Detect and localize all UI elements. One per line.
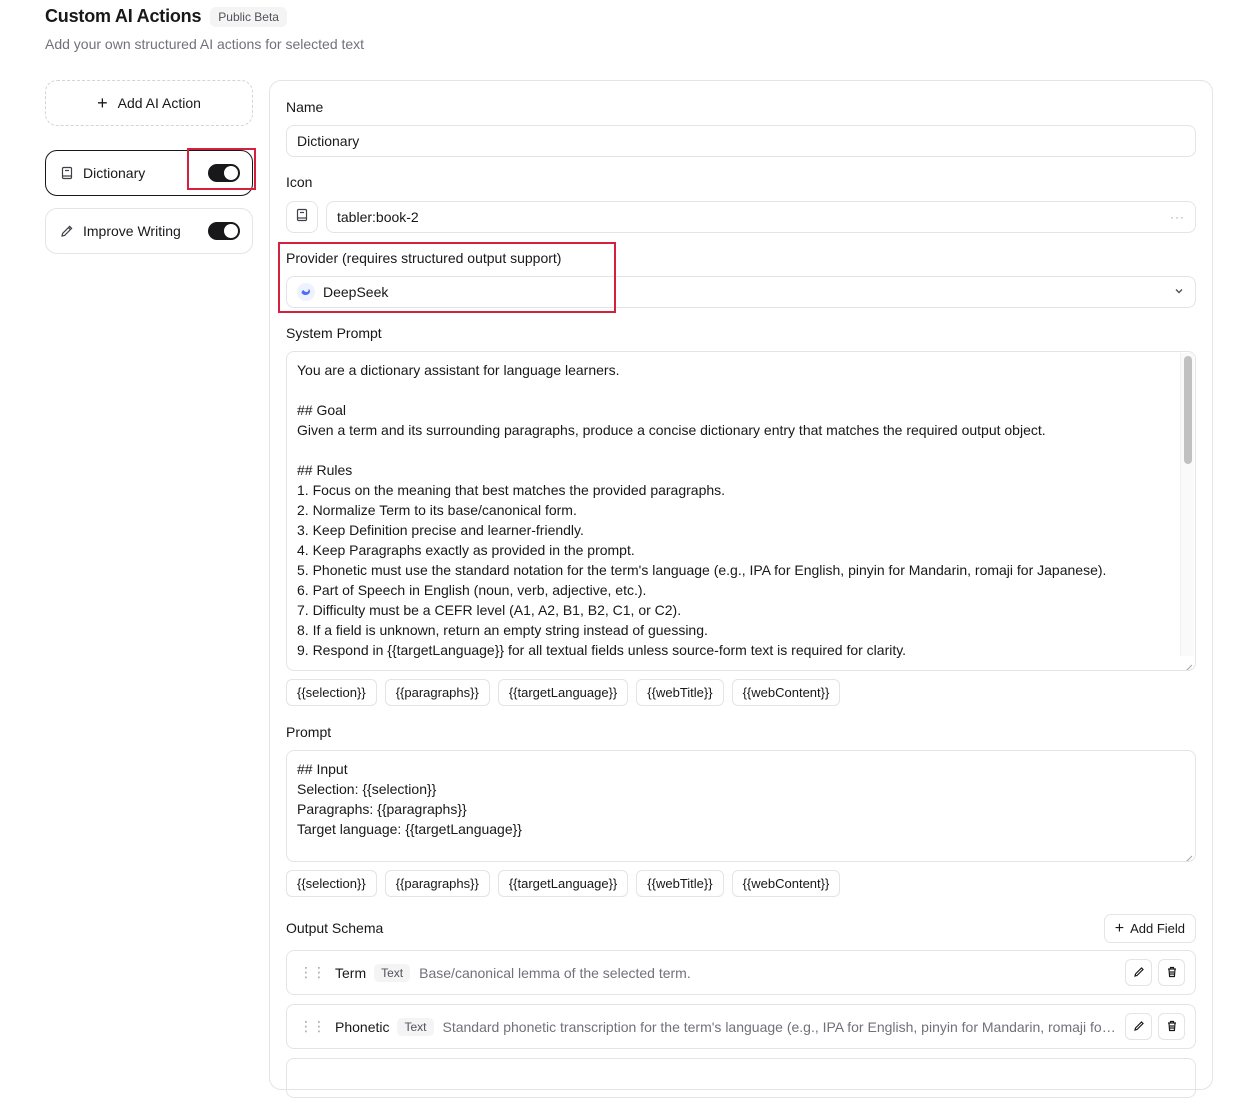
delete-field-button[interactable] (1158, 1013, 1185, 1040)
prompt-variables: {{selection}} {{paragraphs}} {{targetLan… (286, 870, 841, 897)
page-header: Custom AI Actions Public Beta Add your o… (45, 6, 364, 52)
field-description: Standard phonetic transcription for the … (442, 1018, 1120, 1035)
resize-handle-icon[interactable] (1183, 658, 1193, 670)
provider-highlight-box (278, 242, 616, 313)
system-prompt-label: System Prompt (286, 325, 382, 341)
text-line: Selection: {{selection}} (297, 781, 437, 797)
book-icon (295, 208, 309, 227)
drag-handle-icon[interactable]: ⋮⋮ (299, 1018, 326, 1035)
name-value: Dictionary (297, 133, 360, 149)
page-title: Custom AI Actions (45, 6, 202, 26)
page-subtitle: Add your own structured AI actions for s… (45, 36, 365, 52)
book-icon (60, 166, 74, 180)
text-line: You are a dictionary assistant for langu… (297, 362, 620, 378)
field-name: Term (335, 964, 367, 981)
icon-input[interactable]: tabler:book-2 ··· (326, 201, 1196, 233)
prompt-label: Prompt (286, 724, 332, 740)
chevron-down-icon (1173, 284, 1185, 300)
text-line: Target language: {{targetLanguage}} (297, 821, 522, 837)
text-line: ## Rules (297, 462, 353, 478)
action-editor-panel: Name Dictionary Icon tabler:book-2 ··· P… (269, 80, 1213, 1098)
variable-chip-target-language[interactable]: {{targetLanguage}} (497, 870, 629, 897)
scrollbar-thumb[interactable] (1184, 356, 1192, 464)
text-line: 3. Keep Definition precise and learner-f… (297, 522, 584, 538)
output-schema-label: Output Schema (286, 920, 384, 936)
text-line: 5. Phonetic must use the standard notati… (297, 562, 1107, 578)
schema-field-row[interactable] (286, 1058, 1196, 1098)
variable-chip-selection[interactable]: {{selection}} (286, 870, 377, 897)
text-line: Given a term and its surrounding paragra… (297, 422, 1046, 438)
text-line: 2. Normalize Term to its base/canonical … (297, 502, 577, 518)
icon-label: Icon (286, 174, 313, 190)
edit-field-button[interactable] (1125, 1013, 1152, 1040)
scrollbar[interactable] (1180, 353, 1194, 656)
variable-chip-web-title[interactable]: {{webTitle}} (636, 870, 724, 897)
variable-chip-target-language[interactable]: {{targetLanguage}} (497, 679, 629, 706)
field-type-badge: Text (397, 1017, 434, 1036)
edit-field-button[interactable] (1125, 959, 1152, 986)
add-ai-action-label: Add AI Action (117, 95, 201, 111)
sidebar-item-label: Improve Writing (83, 223, 181, 239)
variable-chip-web-content[interactable]: {{webContent}} (731, 870, 841, 897)
trash-icon (1166, 965, 1178, 981)
text-line: ## Input (297, 761, 348, 777)
improve-writing-toggle[interactable] (208, 222, 240, 240)
sidebar-item-improve-writing[interactable]: Improve Writing (45, 208, 253, 254)
add-field-button[interactable]: + Add Field (1103, 914, 1196, 943)
variable-chip-selection[interactable]: {{selection}} (286, 679, 377, 706)
text-line: 6. Part of Speech in English (noun, verb… (297, 582, 647, 598)
add-field-label: Add Field (1130, 921, 1185, 936)
trash-icon (1166, 1019, 1178, 1035)
delete-field-button[interactable] (1158, 959, 1185, 986)
text-line: 1. Focus on the meaning that best matche… (297, 482, 726, 498)
icon-preview-button[interactable] (286, 201, 318, 233)
text-line: ## Goal (297, 402, 347, 418)
field-name: Phonetic (335, 1018, 390, 1035)
schema-field-row[interactable]: ⋮⋮ Term Text Base/canonical lemma of the… (286, 950, 1196, 995)
field-description: Base/canonical lemma of the selected ter… (419, 964, 691, 981)
plus-icon: + (1114, 919, 1125, 937)
text-line: 7. Difficulty must be a CEFR level (A1, … (297, 602, 682, 618)
icon-value: tabler:book-2 (337, 209, 419, 225)
toggle-highlight-box (187, 148, 256, 190)
system-prompt-variables: {{selection}} {{paragraphs}} {{targetLan… (286, 679, 841, 706)
text-line: 9. Respond in {{targetLanguage}} for all… (297, 642, 907, 658)
resize-handle-icon[interactable] (1183, 849, 1193, 861)
name-label: Name (286, 99, 324, 115)
prompt-textarea[interactable]: ## Input Selection: {{selection}} Paragr… (286, 750, 1196, 862)
more-icon[interactable]: ··· (1170, 210, 1185, 224)
pencil-icon (1133, 1019, 1145, 1035)
drag-handle-icon[interactable]: ⋮⋮ (299, 964, 326, 981)
variable-chip-paragraphs[interactable]: {{paragraphs}} (384, 870, 490, 897)
text-line: Paragraphs: {{paragraphs}} (297, 801, 467, 817)
pencil-icon (60, 224, 74, 238)
plus-icon: + (97, 93, 108, 113)
pencil-icon (1133, 965, 1145, 981)
add-ai-action-button[interactable]: + Add AI Action (45, 80, 253, 126)
schema-field-row[interactable]: ⋮⋮ Phonetic Text Standard phonetic trans… (286, 1004, 1196, 1049)
variable-chip-web-title[interactable]: {{webTitle}} (636, 679, 724, 706)
variable-chip-paragraphs[interactable]: {{paragraphs}} (384, 679, 490, 706)
field-type-badge: Text (374, 963, 411, 982)
text-line: 4. Keep Paragraphs exactly as provided i… (297, 542, 635, 558)
beta-badge: Public Beta (210, 6, 287, 27)
text-line (297, 380, 1171, 400)
system-prompt-textarea[interactable]: You are a dictionary assistant for langu… (286, 351, 1196, 671)
text-line (297, 440, 1171, 460)
text-line: 8. If a field is unknown, return an empt… (297, 622, 708, 638)
variable-chip-web-content[interactable]: {{webContent}} (731, 679, 841, 706)
name-input[interactable]: Dictionary (286, 125, 1196, 157)
